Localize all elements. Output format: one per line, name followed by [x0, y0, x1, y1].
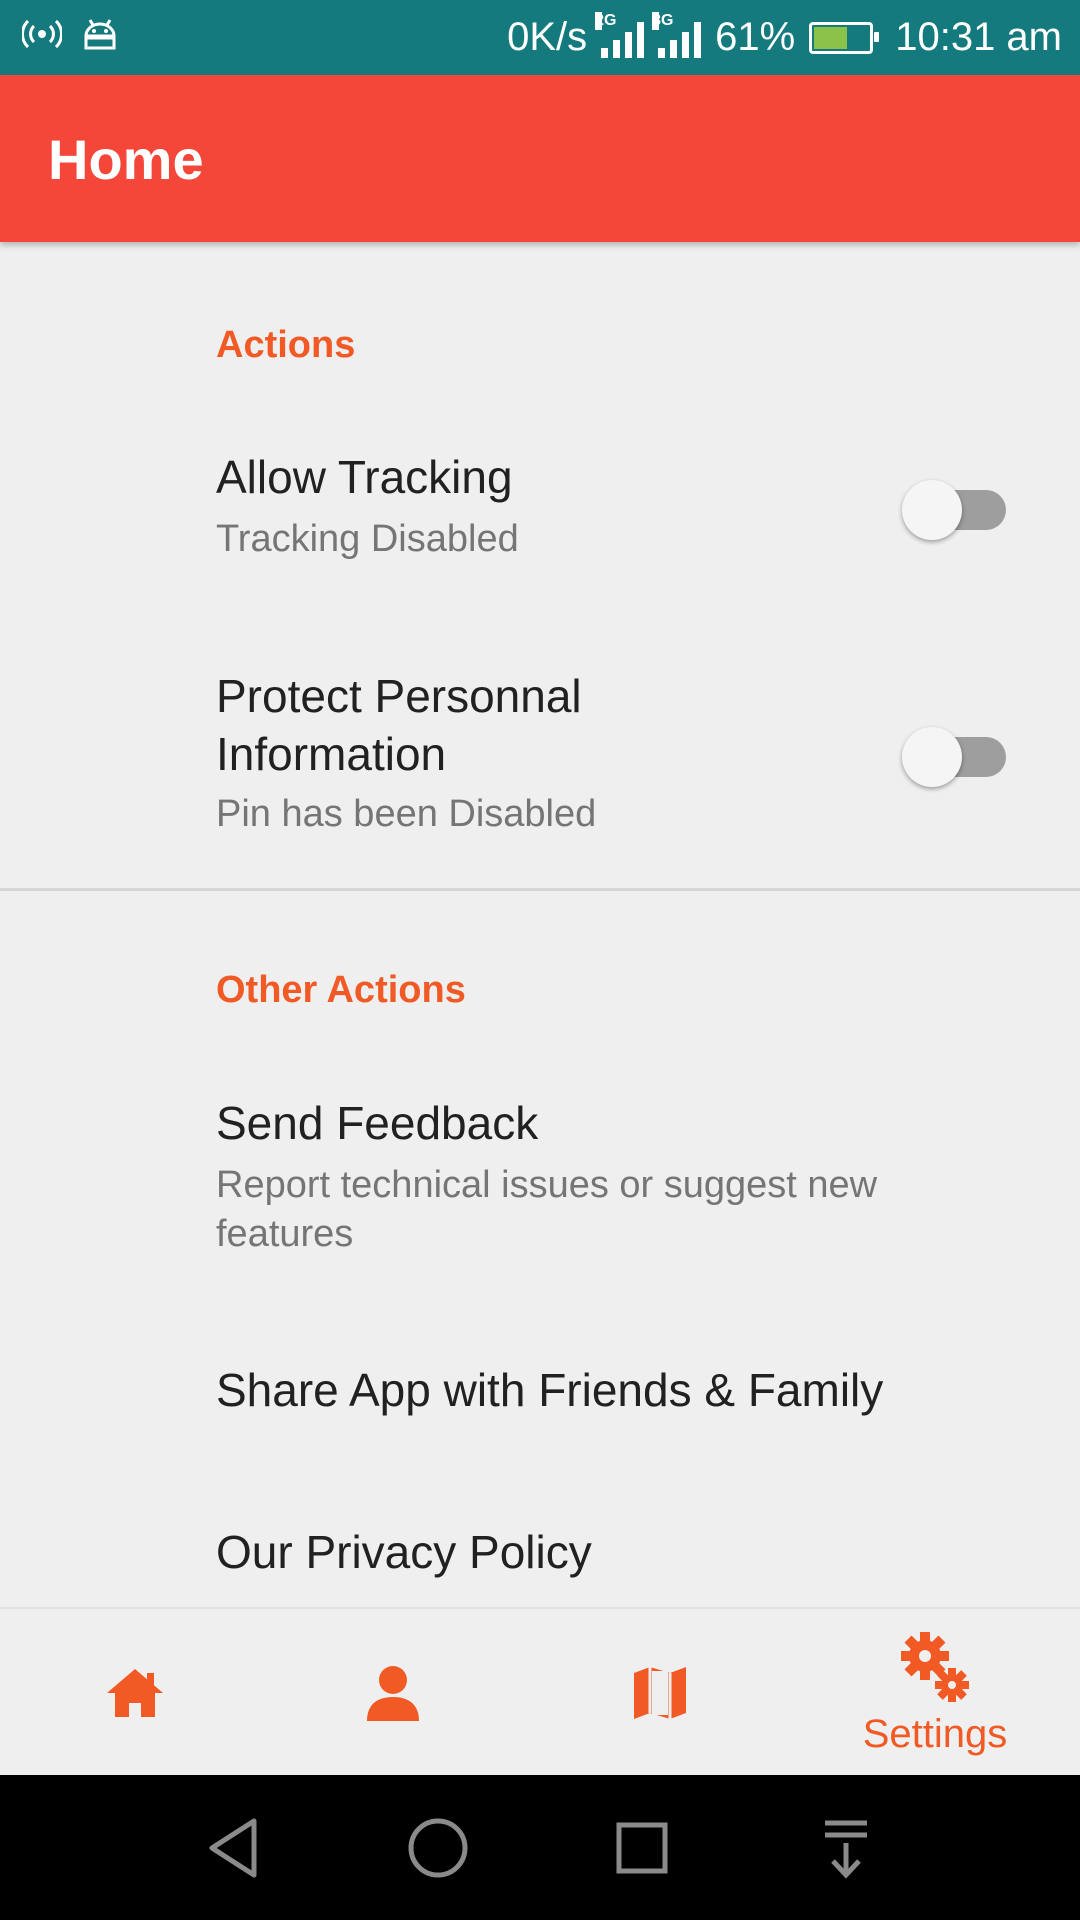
section-title-actions: Actions	[216, 324, 356, 366]
protect-info-switch[interactable]	[902, 717, 1006, 787]
switch-thumb	[902, 480, 962, 540]
protect-info-title-line1: Protect Personnal	[216, 670, 582, 722]
signal1-tag: 2G	[595, 11, 617, 30]
send-feedback-title: Send Feedback	[216, 1097, 539, 1149]
battery-charging-icon	[809, 21, 880, 54]
android-debug-icon	[84, 19, 116, 50]
back-icon[interactable]	[200, 1813, 270, 1883]
notification-pull-icon[interactable]	[811, 1813, 881, 1883]
send-feedback-subtitle-line2: features	[216, 1213, 354, 1255]
clock: 10:31 am	[895, 15, 1062, 59]
nav-item-profile[interactable]	[258, 1609, 528, 1777]
recents-icon[interactable]	[607, 1813, 677, 1883]
person-icon	[367, 1666, 419, 1721]
home-circle-icon[interactable]	[403, 1813, 473, 1883]
nav-item-settings[interactable]: Settings	[800, 1609, 1070, 1777]
page-title: Home	[48, 128, 204, 191]
bottom-navigation: Settings	[0, 1607, 1080, 1777]
switch-thumb	[902, 727, 962, 787]
map-icon	[634, 1667, 686, 1719]
status-left-icons	[22, 14, 120, 54]
allow-tracking-title: Allow Tracking	[216, 451, 513, 503]
protect-info-title-line2: Information	[216, 728, 447, 780]
settings-icon	[901, 1631, 969, 1702]
net-speed: 0K/s	[507, 15, 588, 59]
battery-percent: 61%	[715, 15, 796, 59]
protect-info-subtitle: Pin has been Disabled	[216, 793, 597, 835]
share-app-title: Share App with Friends & Family	[216, 1364, 884, 1416]
send-feedback-subtitle-line1: Report technical issues or suggest new	[216, 1164, 878, 1206]
status-right-group: 0K/s 2G 3G 61% 10:31 am	[507, 0, 1062, 75]
signal-2g-icon: 2G	[595, 11, 645, 58]
home-icon	[107, 1669, 163, 1717]
section-divider	[0, 888, 1080, 891]
section-title-other-actions: Other Actions	[216, 969, 466, 1011]
system-navigation-bar	[0, 1775, 1080, 1920]
privacy-policy-title: Our Privacy Policy	[216, 1526, 592, 1578]
allow-tracking-switch[interactable]	[902, 470, 1006, 540]
status-bar: 0K/s 2G 3G 61% 10:31 am	[0, 0, 1080, 75]
battery-fill	[814, 26, 848, 49]
nav-item-home[interactable]	[0, 1609, 270, 1777]
app-bar: Home	[0, 75, 1080, 242]
allow-tracking-subtitle: Tracking Disabled	[216, 518, 519, 560]
nav-label-settings: Settings	[862, 1711, 1008, 1756]
signal-3g-icon: 3G	[652, 11, 702, 58]
signal2-tag: 3G	[652, 11, 674, 30]
hotspot-icon	[22, 19, 62, 49]
nav-item-map[interactable]	[525, 1609, 795, 1777]
